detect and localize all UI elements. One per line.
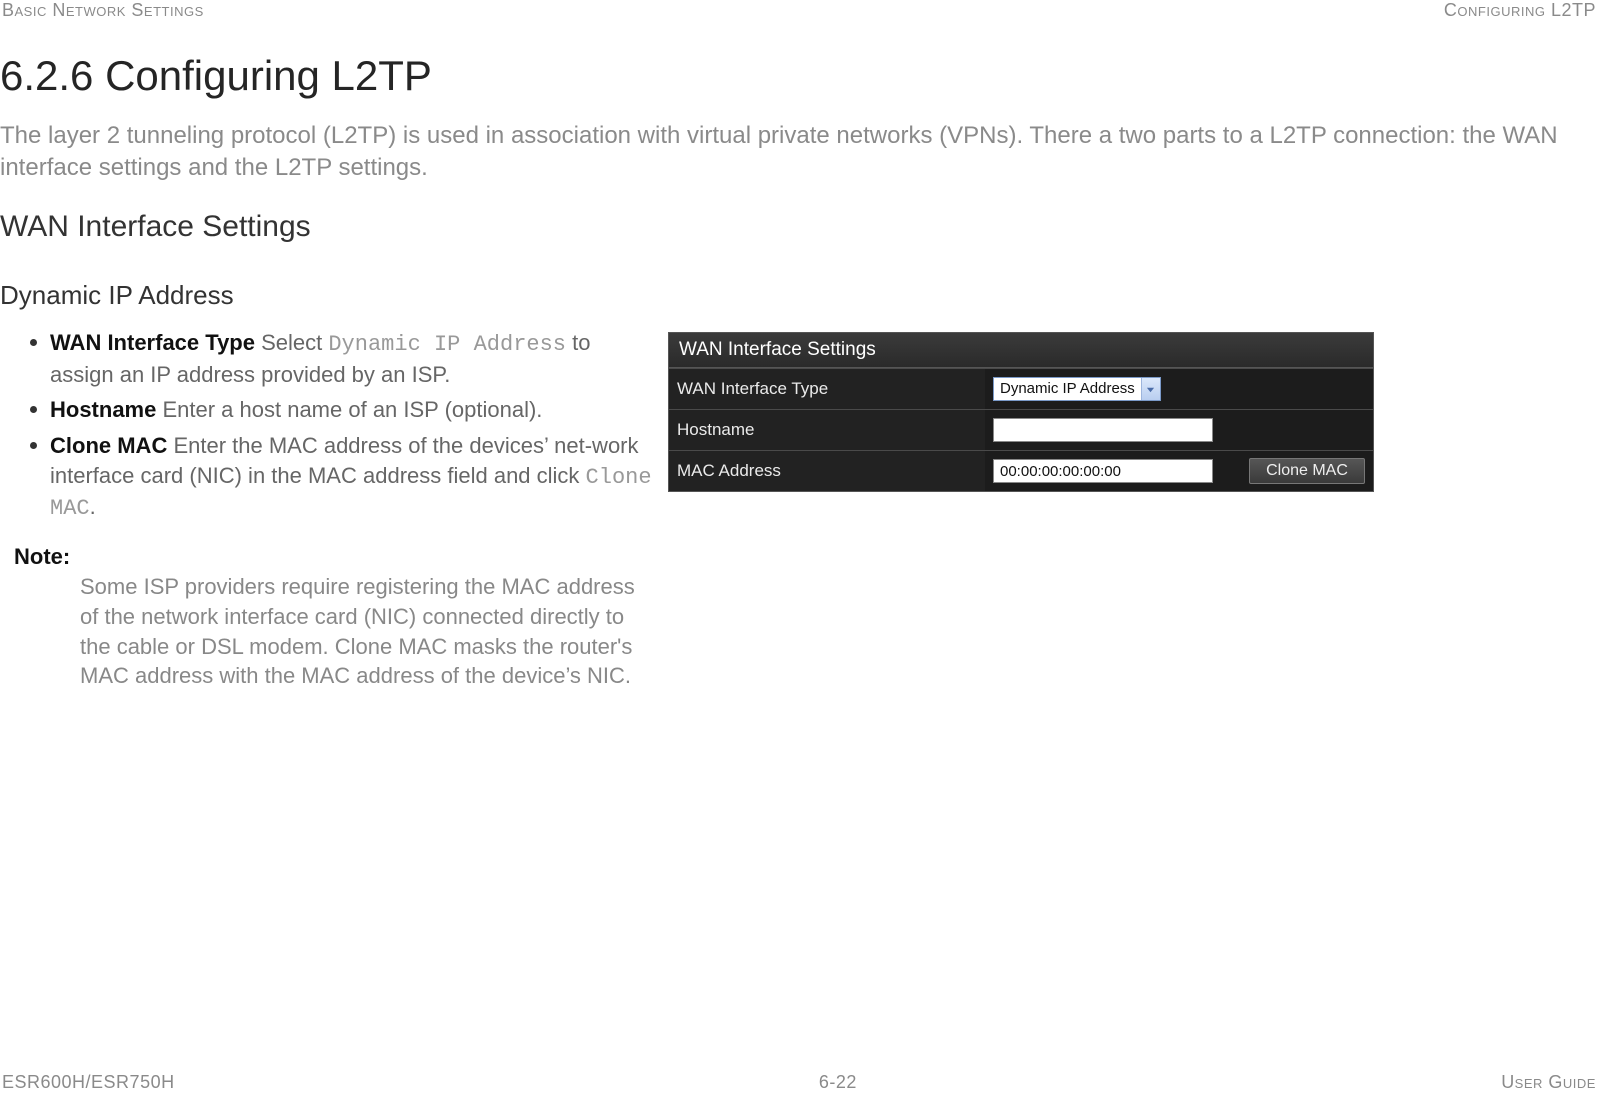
bullet-clone-mac: Clone MAC Enter the MAC address of the d… [30,431,656,524]
left-column: WAN Interface Type Select Dynamic IP Add… [0,328,656,691]
chevron-down-icon [1141,378,1160,400]
note-body: Some ISP providers require registering t… [80,572,650,691]
header-left: Basic Network Settings [2,0,204,21]
bullet-hostname: Hostname Enter a host name of an ISP (op… [30,395,656,425]
table-row: WAN Interface Type Dynamic IP Address [669,369,1373,410]
clone-mac-cell: Clone MAC [1241,451,1373,492]
footer-right: User Guide [1501,1072,1596,1093]
wan-interface-type-cell: Dynamic IP Address [985,369,1373,410]
mac-address-label: MAC Address [669,451,985,492]
section-heading-wan: WAN Interface Settings [0,210,311,244]
running-footer: ESR600H/ESR750H 6-22 User Guide [0,1072,1598,1093]
hostname-cell [985,410,1373,451]
bullet-list: WAN Interface Type Select Dynamic IP Add… [0,328,656,524]
clone-mac-button[interactable]: Clone MAC [1249,458,1365,484]
hostname-label: Hostname [669,410,985,451]
table-row: Hostname [669,410,1373,451]
footer-center: 6-22 [819,1072,857,1093]
content-columns: WAN Interface Type Select Dynamic IP Add… [0,328,1598,691]
hostname-input[interactable] [993,418,1213,442]
mac-address-input[interactable] [993,459,1213,483]
header-right: Configuring L2TP [1444,0,1596,21]
panel-title: WAN Interface Settings [669,333,1373,368]
page-title: 6.2.6 Configuring L2TP [0,52,432,100]
page: Basic Network Settings Configuring L2TP … [0,0,1598,1093]
bullet-text-post: . [90,494,96,519]
note-heading: Note: [14,544,656,570]
bullet-text: Enter a host name of an ISP (optional). [156,397,542,422]
bullet-term: Hostname [50,397,156,422]
intro-paragraph: The layer 2 tunneling protocol (L2TP) is… [0,120,1590,185]
panel-table: WAN Interface Type Dynamic IP Address Ho… [669,368,1373,491]
subsection-heading-dynamic-ip: Dynamic IP Address [0,280,234,311]
bullet-term: WAN Interface Type [50,330,255,355]
select-value: Dynamic IP Address [994,378,1141,400]
bullet-term: Clone MAC [50,433,167,458]
mac-address-cell [985,451,1241,492]
bullet-wan-interface-type: WAN Interface Type Select Dynamic IP Add… [30,328,656,389]
wan-interface-type-select[interactable]: Dynamic IP Address [993,377,1161,401]
bullet-mono: Dynamic IP Address [328,332,566,357]
right-column: WAN Interface Settings WAN Interface Typ… [668,328,1598,691]
footer-left: ESR600H/ESR750H [2,1072,175,1093]
table-row: MAC Address Clone MAC [669,451,1373,492]
wan-settings-panel: WAN Interface Settings WAN Interface Typ… [668,332,1374,492]
wan-interface-type-label: WAN Interface Type [669,369,985,410]
bullet-text-pre: Select [255,330,328,355]
running-header: Basic Network Settings Configuring L2TP [0,0,1598,21]
